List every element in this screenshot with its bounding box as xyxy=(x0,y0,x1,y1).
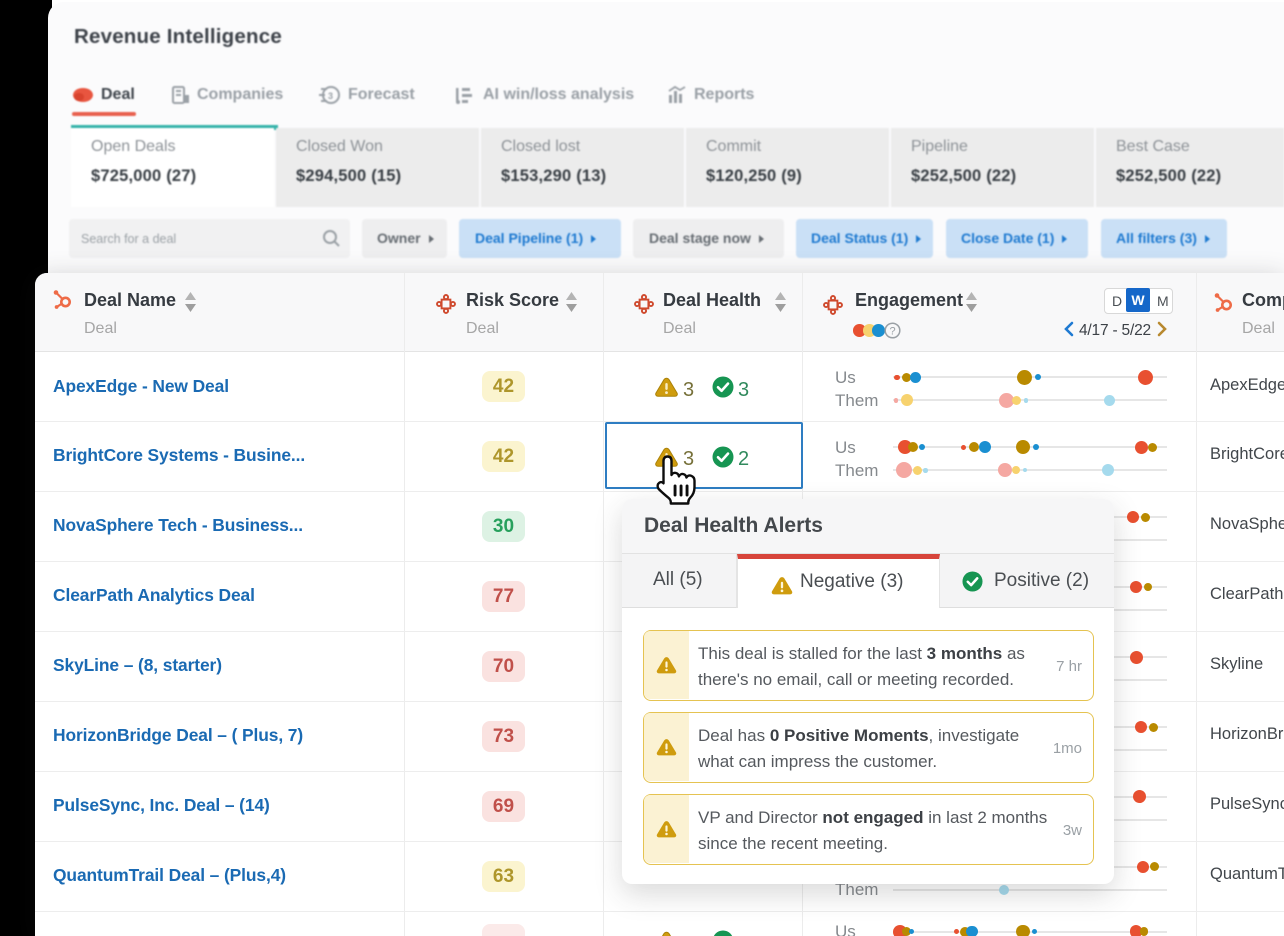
svg-text:3: 3 xyxy=(328,91,333,101)
svg-text:?: ? xyxy=(890,326,896,338)
